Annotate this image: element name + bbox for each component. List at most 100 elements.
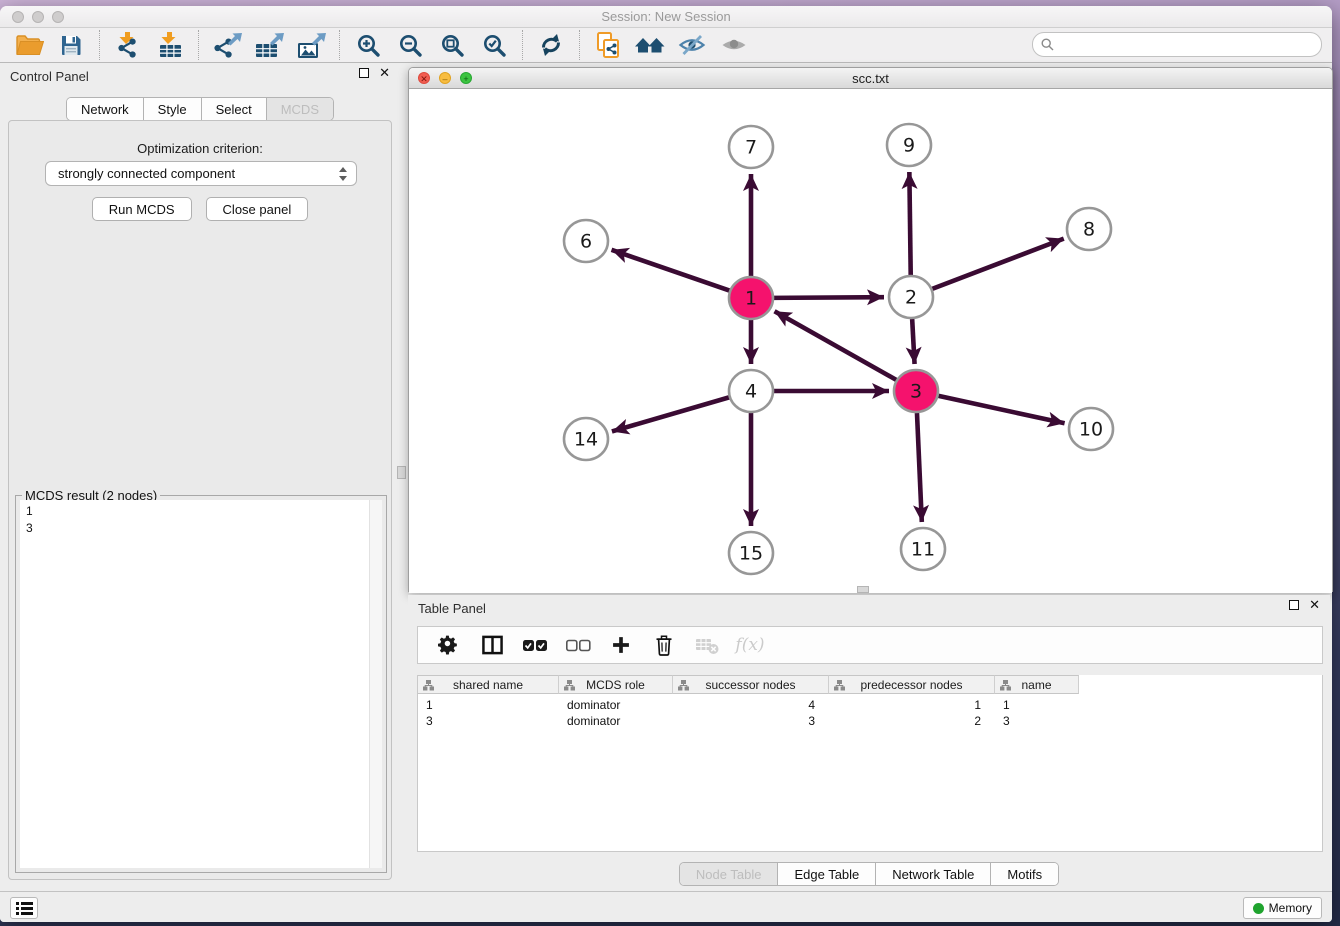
search-input[interactable] <box>1059 37 1321 52</box>
tab-select[interactable]: Select <box>202 98 267 120</box>
toolbar-separator <box>198 30 199 60</box>
graph-node-11[interactable]: 11 <box>901 528 945 570</box>
export-image-button[interactable] <box>290 29 332 61</box>
table-cell[interactable]: dominator <box>559 713 673 729</box>
graph-edge-3-1[interactable] <box>775 311 897 380</box>
export-table-button[interactable] <box>248 29 290 61</box>
graph-edge-1-6[interactable] <box>612 250 731 291</box>
table-tab-motifs[interactable]: Motifs <box>991 863 1058 885</box>
graph-node-2[interactable]: 2 <box>889 276 933 318</box>
graph-node-8[interactable]: 8 <box>1067 208 1111 250</box>
table-cell[interactable]: 3 <box>995 713 1079 729</box>
graph-edge-3-10[interactable] <box>937 396 1064 424</box>
table-cell[interactable]: 2 <box>829 713 995 729</box>
graph-node-label: 10 <box>1079 419 1103 441</box>
table-cell[interactable]: 4 <box>673 697 829 713</box>
window-traffic-lights <box>12 11 64 23</box>
export-network-button[interactable] <box>206 29 248 61</box>
graph-edge-2-3[interactable] <box>912 319 914 364</box>
graph-node-1[interactable]: 1 <box>729 277 773 319</box>
import-table-button[interactable] <box>149 29 191 61</box>
network-window-titlebar[interactable]: scc.txt <box>409 68 1332 89</box>
column-header-successor-nodes[interactable]: successor nodes <box>673 675 829 694</box>
graph-node-15[interactable]: 15 <box>729 532 773 574</box>
graph-edge-2-8[interactable] <box>932 239 1064 290</box>
show-graphics-details-button[interactable] <box>713 29 755 61</box>
table-cell[interactable]: 1 <box>829 697 995 713</box>
table-row[interactable]: 3dominator323 <box>418 713 1322 729</box>
zoom-selected-icon <box>482 33 507 58</box>
refresh-view-button[interactable] <box>530 29 572 61</box>
close-panel-icon[interactable]: ✕ <box>379 68 390 78</box>
deselect-all-rows-button[interactable] <box>561 629 595 661</box>
close-window-button[interactable] <box>12 11 24 23</box>
import-network-button[interactable] <box>107 29 149 61</box>
graph-node-3[interactable]: 3 <box>894 370 938 412</box>
column-header-name[interactable]: name <box>995 675 1079 694</box>
table-cell[interactable]: 1 <box>995 697 1079 713</box>
zoom-selected-button[interactable] <box>473 29 515 61</box>
column-header-label: successor nodes <box>705 678 795 692</box>
column-header-MCDS-role[interactable]: MCDS role <box>559 675 673 694</box>
graph-edge-3-11[interactable] <box>917 413 922 522</box>
table-tab-network-table[interactable]: Network Table <box>876 863 991 885</box>
float-table-panel-icon[interactable] <box>1289 600 1299 610</box>
minimize-window-button[interactable] <box>32 11 44 23</box>
table-cell[interactable]: 1 <box>418 697 559 713</box>
network-close-button[interactable] <box>418 72 430 84</box>
table-cell[interactable]: 3 <box>418 713 559 729</box>
table-cell[interactable]: 3 <box>673 713 829 729</box>
graph-node-14[interactable]: 14 <box>564 418 608 460</box>
column-header-predecessor-nodes[interactable]: predecessor nodes <box>829 675 995 694</box>
result-scrollbar[interactable] <box>369 500 382 868</box>
graph-edge-1-2[interactable] <box>773 297 884 298</box>
tab-mcds[interactable]: MCDS <box>267 98 333 120</box>
horizontal-splitter-handle[interactable] <box>857 586 869 593</box>
select-all-rows-button[interactable] <box>518 629 552 661</box>
graph-node-6[interactable]: 6 <box>564 220 608 262</box>
network-zoom-button[interactable] <box>460 72 472 84</box>
zoom-window-button[interactable] <box>52 11 64 23</box>
vertical-splitter-handle[interactable] <box>397 466 406 479</box>
network-minimize-button[interactable] <box>439 72 451 84</box>
table-row[interactable]: 1dominator411 <box>418 697 1322 713</box>
browser-home-button[interactable] <box>629 29 671 61</box>
main-titlebar[interactable]: Session: New Session <box>0 6 1332 28</box>
network-canvas[interactable]: 7 9 6 8 1 2 4 3 14 10 15 11 <box>409 89 1332 593</box>
run-mcds-button[interactable]: Run MCDS <box>92 197 192 221</box>
graph-edge-2-9[interactable] <box>909 172 910 275</box>
function-icon: f(x) <box>735 635 764 655</box>
criterion-dropdown[interactable]: strongly connected component <box>45 161 357 186</box>
open-file-button[interactable] <box>8 29 50 61</box>
table-cell[interactable]: dominator <box>559 697 673 713</box>
task-history-button[interactable] <box>10 897 38 919</box>
search-field[interactable] <box>1032 32 1322 57</box>
zoom-out-button[interactable] <box>389 29 431 61</box>
graph-edge-4-14[interactable] <box>612 397 730 431</box>
tab-style[interactable]: Style <box>144 98 202 120</box>
close-table-panel-icon[interactable]: ✕ <box>1309 600 1320 610</box>
add-column-button[interactable] <box>604 629 638 661</box>
close-panel-button[interactable]: Close panel <box>206 197 309 221</box>
graph-node-7[interactable]: 7 <box>729 126 773 168</box>
table-tab-node-table[interactable]: Node Table <box>680 863 779 885</box>
split-panel-button[interactable] <box>475 629 509 661</box>
graph-svg: 7 9 6 8 1 2 4 3 14 10 15 11 <box>409 89 1332 593</box>
table-tab-edge-table[interactable]: Edge Table <box>778 863 876 885</box>
memory-button[interactable]: Memory <box>1243 897 1322 919</box>
table-panel-title: Table Panel <box>418 601 486 616</box>
zoom-fit-button[interactable] <box>431 29 473 61</box>
save-session-button[interactable] <box>50 29 92 61</box>
zoom-in-button[interactable] <box>347 29 389 61</box>
column-settings-button[interactable] <box>432 629 466 661</box>
tab-network[interactable]: Network <box>67 98 144 120</box>
graph-node-9[interactable]: 9 <box>887 124 931 166</box>
delete-column-button[interactable] <box>647 629 681 661</box>
float-panel-icon[interactable] <box>359 68 369 78</box>
column-header-shared-name[interactable]: shared name <box>418 675 559 694</box>
duplicate-network-button[interactable] <box>587 29 629 61</box>
hide-graphics-details-button[interactable] <box>671 29 713 61</box>
graph-node-10[interactable]: 10 <box>1069 408 1113 450</box>
mcds-result-text[interactable]: 1 3 <box>20 500 382 868</box>
graph-node-4[interactable]: 4 <box>729 370 773 412</box>
